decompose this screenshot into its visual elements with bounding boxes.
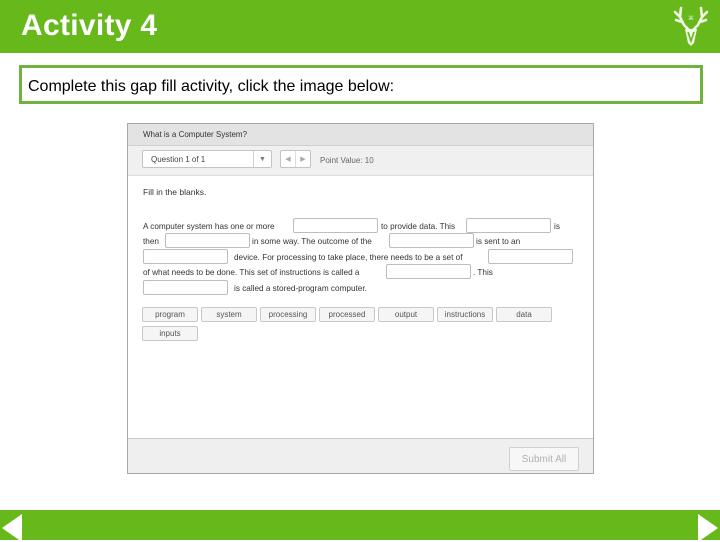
blank-input-4[interactable] bbox=[389, 233, 474, 248]
point-value: Point Value: 10 bbox=[320, 156, 374, 165]
blank-input-7[interactable] bbox=[386, 264, 471, 279]
previous-question-button[interactable]: ◀ bbox=[281, 151, 296, 167]
slide-header: Activity 4 ⌘ bbox=[0, 0, 720, 53]
passage-text: of what needs to be done. This set of in… bbox=[143, 268, 360, 277]
word-chip-output[interactable]: output bbox=[378, 307, 434, 322]
quiz-image-link[interactable]: What is a Computer System? Question 1 of… bbox=[127, 123, 594, 474]
blank-input-6[interactable] bbox=[488, 249, 573, 264]
quiz-title-bar: What is a Computer System? bbox=[128, 124, 593, 146]
passage-text: . This bbox=[473, 268, 493, 277]
word-chip-processing[interactable]: processing bbox=[260, 307, 316, 322]
blank-input-5[interactable] bbox=[143, 249, 228, 264]
passage-text: in some way. The outcome of the bbox=[252, 237, 372, 246]
quiz-footer: Submit All bbox=[128, 438, 593, 473]
next-question-button[interactable]: ▶ bbox=[296, 151, 310, 167]
submit-all-button[interactable]: Submit All bbox=[509, 447, 579, 471]
question-select[interactable]: Question 1 of 1 ▼ bbox=[142, 150, 272, 168]
passage-text: is sent to an bbox=[476, 237, 521, 246]
blank-input-1[interactable] bbox=[293, 218, 378, 233]
quiz-prompt: Fill in the blanks. bbox=[143, 187, 207, 197]
deer-logo-icon: ⌘ bbox=[673, 6, 709, 46]
passage-text: A computer system has one or more bbox=[143, 222, 275, 231]
word-chip-data[interactable]: data bbox=[496, 307, 552, 322]
word-chip-processed[interactable]: processed bbox=[319, 307, 375, 322]
quiz-title: What is a Computer System? bbox=[143, 130, 248, 139]
slide-title: Activity 4 bbox=[21, 9, 158, 42]
chevron-down-icon: ▼ bbox=[253, 151, 271, 167]
blank-input-8[interactable] bbox=[143, 280, 228, 295]
quiz-nav-bar: Question 1 of 1 ▼ ◀ ▶ Point Value: 10 bbox=[128, 146, 593, 176]
question-select-value: Question 1 of 1 bbox=[151, 155, 206, 164]
triangle-right-icon[interactable] bbox=[698, 514, 718, 542]
triangle-left-icon[interactable] bbox=[2, 514, 22, 542]
passage-text: is called a stored-program computer. bbox=[234, 284, 367, 293]
svg-text:⌘: ⌘ bbox=[688, 15, 694, 22]
question-pager: ◀ ▶ bbox=[280, 150, 311, 168]
instruction-text: Complete this gap fill activity, click t… bbox=[28, 78, 395, 95]
passage-text: is bbox=[554, 222, 560, 231]
word-chip-inputs[interactable]: inputs bbox=[142, 326, 198, 341]
passage-text: device. For processing to take place, th… bbox=[234, 253, 463, 262]
instruction-box: Complete this gap fill activity, click t… bbox=[19, 65, 703, 104]
word-chip-program[interactable]: program bbox=[142, 307, 198, 322]
slide-footer bbox=[0, 510, 720, 540]
blank-input-3[interactable] bbox=[165, 233, 250, 248]
blank-input-2[interactable] bbox=[466, 218, 551, 233]
passage-text: to provide data. This bbox=[381, 222, 456, 231]
word-chip-system[interactable]: system bbox=[201, 307, 257, 322]
passage-text: then bbox=[143, 237, 159, 246]
word-chip-instructions[interactable]: instructions bbox=[437, 307, 493, 322]
